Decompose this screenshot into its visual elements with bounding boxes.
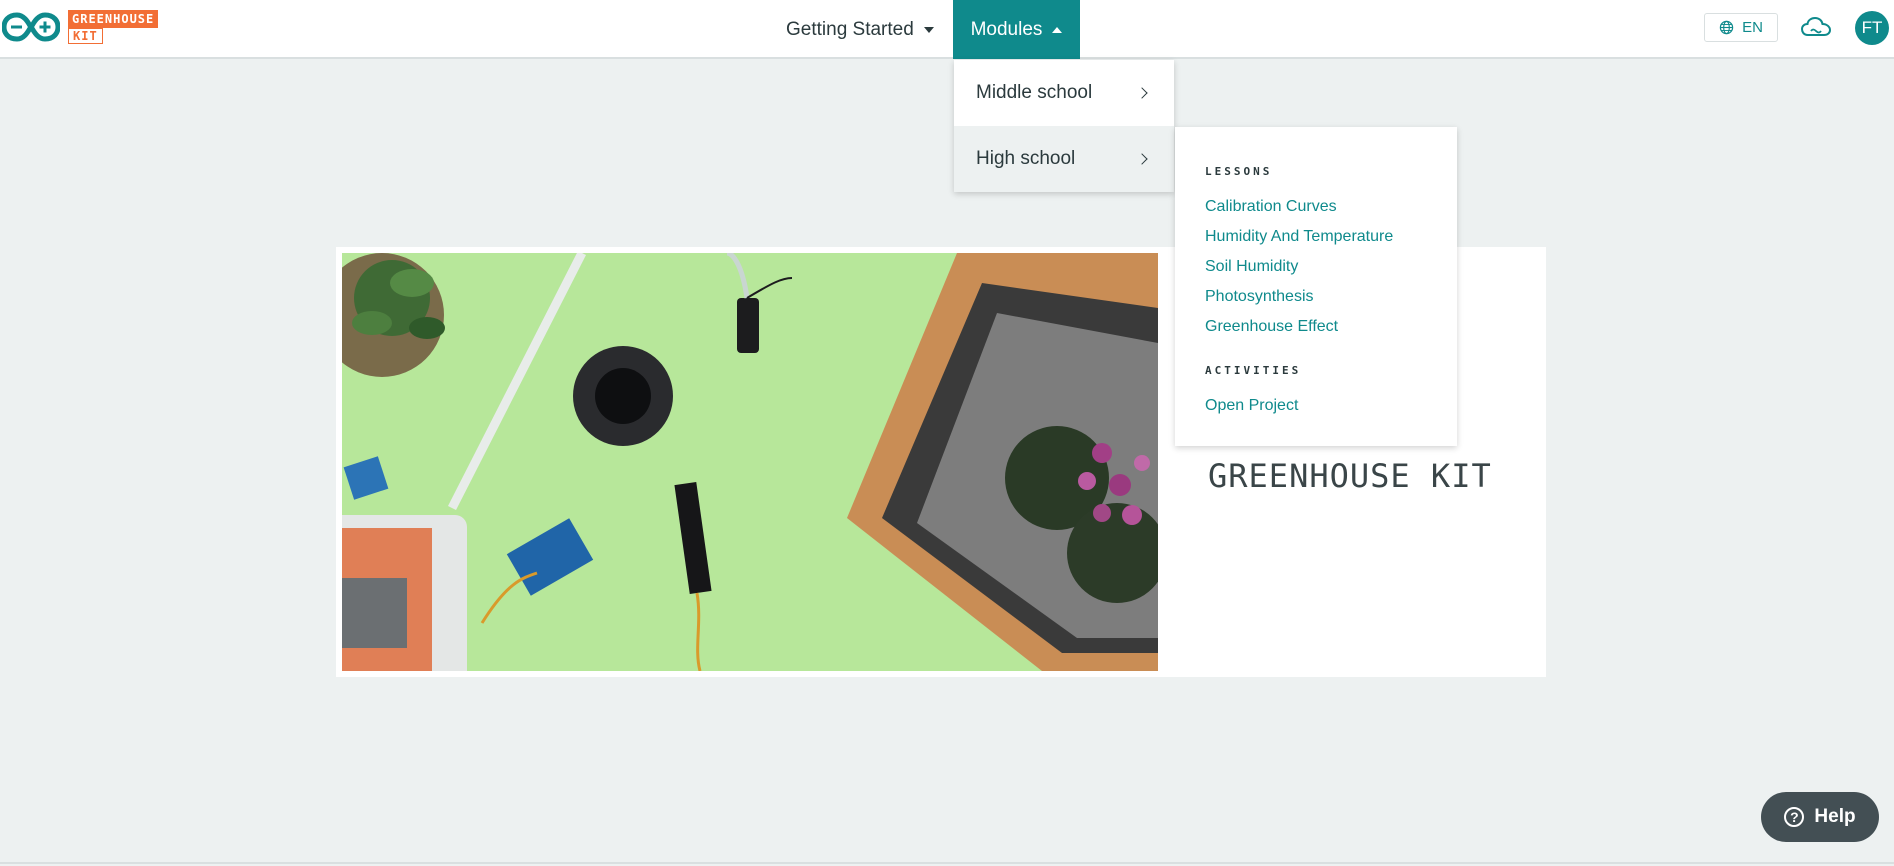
menu-item-label: High school — [976, 148, 1076, 169]
hero-title: GREENHOUSE KIT — [1208, 457, 1492, 495]
arduino-logo-icon — [2, 12, 60, 42]
nav-modules-label: Modules — [970, 18, 1043, 40]
activities-heading: ACTIVITIES — [1205, 364, 1302, 377]
lesson-link-photosynthesis[interactable]: Photosynthesis — [1205, 282, 1427, 312]
logo-text-bottom: KIT — [68, 28, 103, 44]
modules-dropdown: Middle school High school — [954, 60, 1174, 192]
greenhouse-kit-logo[interactable]: GREENHOUSE KIT — [2, 7, 159, 47]
avatar-initials: FT — [1861, 18, 1883, 37]
chevron-right-icon — [1136, 153, 1148, 165]
lessons-heading: LESSONS — [1205, 165, 1273, 178]
language-label: EN — [1742, 19, 1763, 36]
activity-link-open-project[interactable]: Open Project — [1205, 391, 1427, 421]
lesson-link-humidity-and-temperature[interactable]: Humidity And Temperature — [1205, 222, 1427, 252]
menu-item-middle-school[interactable]: Middle school — [954, 60, 1174, 126]
bottom-divider — [0, 862, 1894, 864]
nav-modules[interactable]: Modules — [953, 0, 1080, 59]
caret-up-icon — [1052, 26, 1063, 33]
logo-text-top: GREENHOUSE — [68, 10, 159, 28]
high-school-submenu: LESSONS Calibration Curves Humidity And … — [1175, 127, 1457, 446]
globe-icon — [1719, 20, 1734, 35]
question-icon: ? — [1784, 807, 1805, 827]
hero-image — [342, 253, 1158, 671]
caret-down-icon — [923, 26, 934, 33]
language-button[interactable]: EN — [1704, 13, 1778, 42]
user-avatar[interactable]: FT — [1855, 11, 1889, 45]
cloud-icon[interactable] — [1800, 14, 1832, 42]
nav-getting-started[interactable]: Getting Started — [776, 0, 944, 59]
help-label: Help — [1814, 806, 1856, 827]
greenhouse-kit-photo — [342, 253, 1158, 671]
logo-badge: GREENHOUSE KIT — [68, 10, 159, 44]
nav-getting-started-label: Getting Started — [786, 18, 914, 40]
lesson-link-calibration-curves[interactable]: Calibration Curves — [1205, 192, 1427, 222]
top-navigation-bar: GREENHOUSE KIT Getting Started Modules E… — [0, 0, 1894, 59]
lesson-link-greenhouse-effect[interactable]: Greenhouse Effect — [1205, 312, 1427, 342]
chevron-right-icon — [1136, 87, 1148, 99]
help-button[interactable]: ? Help — [1761, 792, 1879, 842]
lesson-link-soil-humidity[interactable]: Soil Humidity — [1205, 252, 1427, 282]
menu-item-label: Middle school — [976, 82, 1093, 103]
menu-item-high-school[interactable]: High school — [954, 126, 1174, 192]
